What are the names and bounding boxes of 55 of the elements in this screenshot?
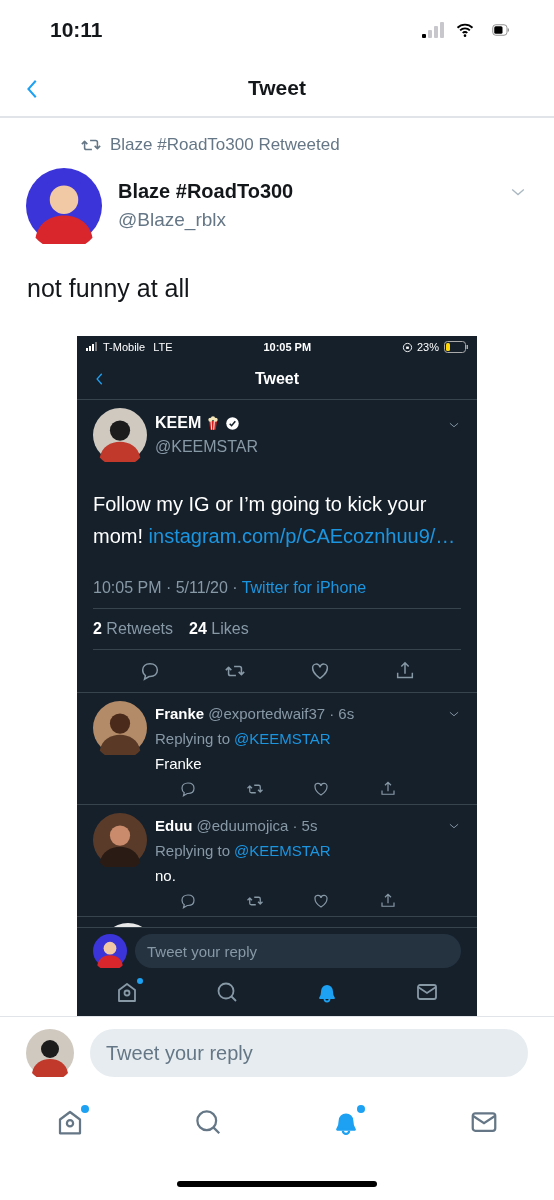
lock-rotation-icon bbox=[401, 341, 413, 353]
reply-field[interactable]: Tweet your reply bbox=[90, 1029, 528, 1077]
header-title: Tweet bbox=[254, 368, 300, 389]
reply-field[interactable]: Tweet your reply bbox=[135, 934, 461, 968]
tweet-text: not funny at all bbox=[26, 272, 191, 304]
avatar bbox=[26, 1029, 74, 1077]
reply-author-handle[interactable]: @eduumojica bbox=[196, 813, 289, 838]
search-icon[interactable] bbox=[215, 980, 239, 1004]
signal-icon bbox=[422, 21, 446, 39]
author-name[interactable]: Blaze #RoadTo300 bbox=[118, 176, 492, 207]
mention-link[interactable]: @KEEMSTAR bbox=[234, 726, 331, 751]
wifi-icon bbox=[454, 21, 476, 39]
author-name[interactable]: KEEM bbox=[155, 411, 202, 435]
avatar bbox=[93, 408, 147, 462]
avatar bbox=[93, 701, 147, 755]
like-icon[interactable] bbox=[312, 892, 331, 910]
header-title: Tweet bbox=[248, 75, 306, 102]
avatar bbox=[93, 934, 127, 968]
share-icon[interactable] bbox=[378, 892, 397, 910]
tweet-timestamp: 10:05 PM · 5/11/20 · bbox=[93, 578, 238, 598]
mention-link[interactable]: @KEEMSTAR bbox=[234, 838, 331, 863]
retweet-context: Blaze #RoadTo300 Retweeted bbox=[110, 134, 340, 156]
reply-icon[interactable] bbox=[179, 780, 198, 798]
notification-dot bbox=[81, 1105, 89, 1113]
replying-label: Replying to bbox=[155, 841, 231, 861]
reply-author-name[interactable]: Eduu bbox=[155, 813, 193, 838]
network-label: LTE bbox=[153, 339, 173, 355]
reply-age: · 6s bbox=[329, 704, 355, 724]
author-handle[interactable]: @Blaze_rblx bbox=[118, 206, 492, 235]
reply-text: Franke bbox=[155, 754, 203, 774]
battery-percent: 23% bbox=[416, 339, 439, 355]
signal-icon bbox=[85, 341, 99, 353]
reply-age: · 5s bbox=[292, 816, 318, 836]
status-time: 10:11 bbox=[50, 17, 103, 44]
reply-author-handle[interactable]: @exportedwaif37 bbox=[208, 701, 326, 726]
tweet-text: Follow my IG or I’m going to kick your mom! instagram.com/p/CAEcoznhuu9/… bbox=[93, 492, 457, 549]
home-icon[interactable] bbox=[115, 980, 139, 1004]
avatar bbox=[93, 813, 147, 867]
retweets-count[interactable]: 2 Retweets bbox=[93, 617, 174, 641]
reply-author-name[interactable]: Franke bbox=[155, 701, 205, 726]
notification-dot bbox=[137, 978, 143, 984]
reply-text: no. bbox=[155, 866, 177, 886]
author-handle[interactable]: @KEEMSTAR bbox=[155, 435, 439, 459]
likes-count[interactable]: 24 Likes bbox=[189, 617, 249, 641]
share-icon[interactable] bbox=[378, 780, 397, 798]
reply-icon[interactable] bbox=[179, 892, 198, 910]
replying-label: Replying to bbox=[155, 729, 231, 749]
notification-dot bbox=[357, 1105, 365, 1113]
source-link[interactable]: Twitter for iPhone bbox=[241, 576, 367, 600]
battery-icon bbox=[443, 341, 469, 353]
search-icon[interactable] bbox=[193, 1107, 223, 1137]
tweet-link[interactable]: instagram.com/p/CAEcoznhuu9/… bbox=[148, 525, 456, 547]
status-time: 10:05 PM bbox=[263, 339, 312, 355]
carrier-label: T-Mobile bbox=[103, 339, 146, 355]
like-icon[interactable] bbox=[312, 780, 331, 798]
